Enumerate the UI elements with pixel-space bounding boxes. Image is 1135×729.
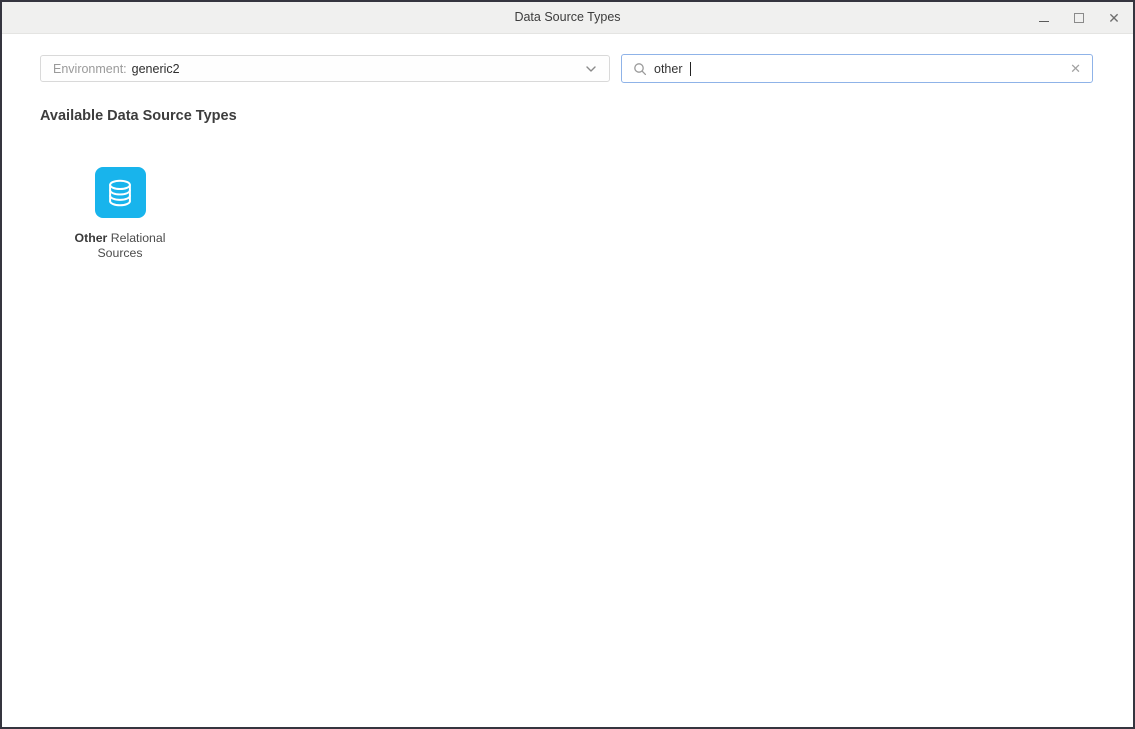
minimize-icon [1039, 21, 1049, 22]
titlebar: Data Source Types ✕ [2, 2, 1133, 34]
search-icon [633, 62, 647, 76]
clear-search-button[interactable]: ✕ [1070, 62, 1081, 75]
tile-label-match: Other [75, 231, 108, 245]
datasource-tile-other-relational[interactable]: Other Relational Sources [62, 167, 178, 261]
text-cursor [690, 62, 691, 76]
minimize-button[interactable] [1037, 11, 1051, 25]
toolbar: Environment: generic2 other ✕ [2, 34, 1133, 83]
environment-label: Environment: [53, 62, 127, 76]
window-controls: ✕ [1037, 2, 1121, 33]
content-empty-area [2, 261, 1133, 727]
tile-label-rest: Relational Sources [97, 231, 165, 260]
datasource-tile-grid: Other Relational Sources [2, 124, 1133, 261]
tile-label: Other Relational Sources [62, 231, 178, 261]
page-title: Available Data Source Types [40, 108, 1133, 124]
close-icon: ✕ [1108, 11, 1120, 25]
database-icon [95, 167, 146, 218]
window-title: Data Source Types [2, 2, 1133, 33]
close-button[interactable]: ✕ [1107, 11, 1121, 25]
environment-value: generic2 [132, 62, 180, 76]
maximize-button[interactable] [1072, 11, 1086, 25]
search-query-text: other [654, 62, 683, 76]
maximize-icon [1074, 13, 1084, 23]
environment-dropdown[interactable]: Environment: generic2 [40, 55, 610, 82]
chevron-down-icon [585, 65, 597, 73]
search-input[interactable]: other ✕ [621, 54, 1093, 83]
app-window: Data Source Types ✕ Environment: generic… [0, 0, 1135, 729]
